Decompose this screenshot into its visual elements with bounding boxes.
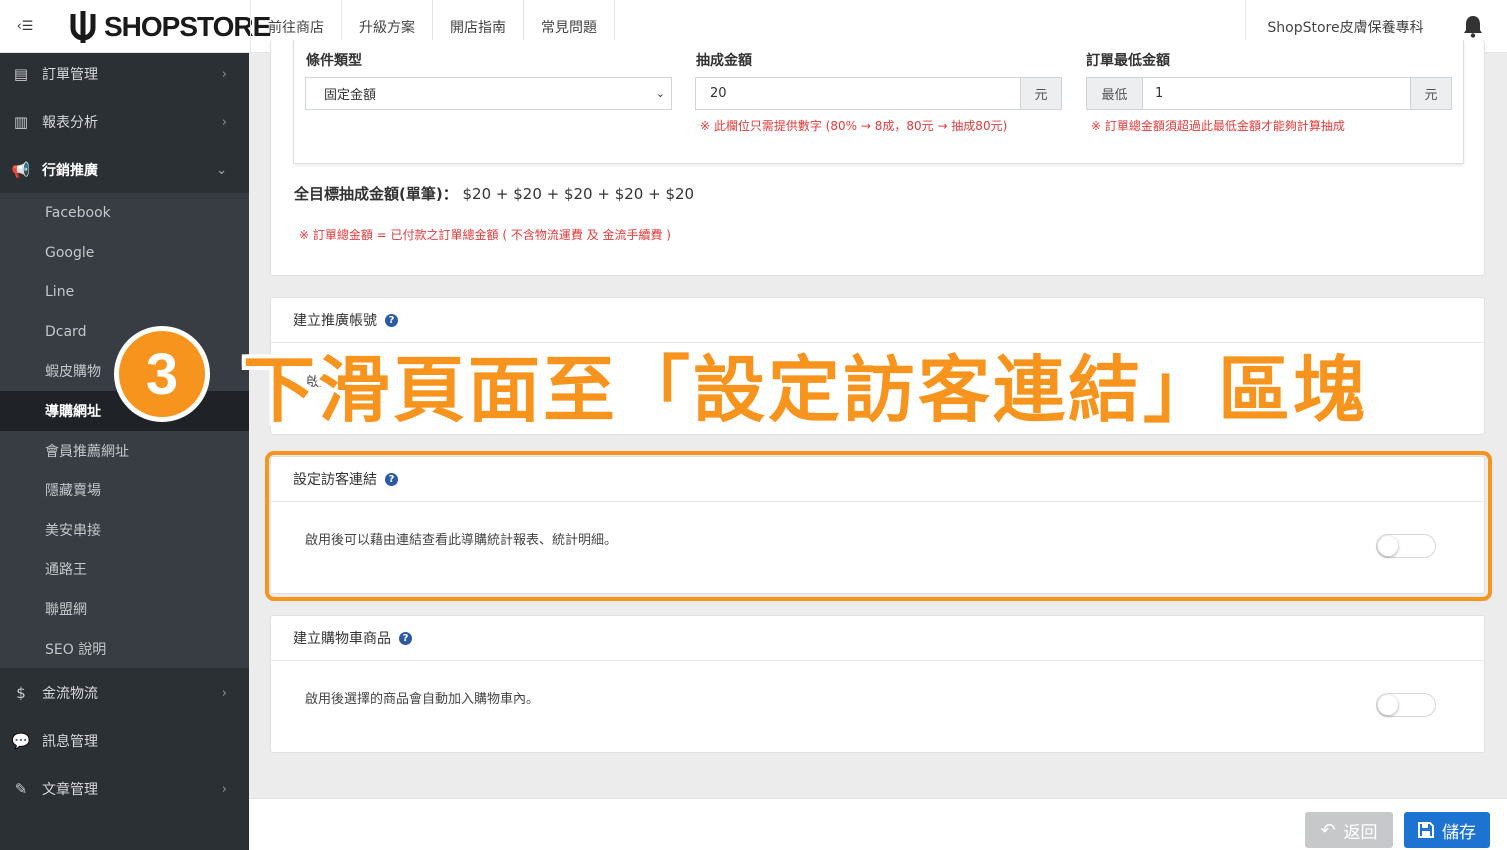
sidebar-sub-line[interactable]: Line: [0, 273, 249, 311]
sidebar: ▤ 訂單管理 › ▥ 報表分析 › 📢 行銷推廣 ⌄ Facebook Goog…: [0, 53, 249, 850]
toggle-knob: [1378, 695, 1398, 715]
undo-arrow-icon: ↶: [1320, 819, 1336, 841]
total-commission-row: 全目標抽成金額(單筆)： $20 + $20 + $20 + $20 + $20: [294, 183, 694, 204]
sidebar-item-label: 報表分析: [42, 115, 98, 131]
shopstore-logo[interactable]: SHOPSTORE: [66, 8, 271, 46]
cart-product-panel: 建立購物車商品 ? 啟用後選擇的商品會自動加入購物車內。: [270, 615, 1485, 753]
min-unit-addon: 元: [1410, 77, 1452, 110]
min-order-label: 訂單最低金額: [1086, 53, 1170, 69]
clipboard-icon: ▤: [13, 65, 29, 83]
logo-text: SHOPSTORE: [104, 11, 271, 42]
chevron-down-icon: ⌄: [655, 87, 665, 100]
commission-rule-card: 條件類型 固定金額 ⌄ 抽成金額 20 元 ※ 此欄位只需提供數字 (80% →…: [293, 40, 1464, 164]
save-button-label: 儲存: [1442, 822, 1476, 843]
min-order-input[interactable]: 1: [1142, 77, 1411, 110]
sidebar-sub-member-referral[interactable]: 會員推薦網址: [0, 432, 249, 470]
chevron-right-icon: ›: [221, 781, 227, 797]
cart-product-header: 建立購物車商品 ?: [271, 616, 1484, 661]
back-button-label: 返回: [1343, 822, 1378, 843]
back-button[interactable]: ↶ 返回: [1305, 812, 1393, 848]
commission-amount-label: 抽成金額: [696, 53, 752, 69]
edit-icon: ✎: [14, 780, 28, 798]
floppy-disk-icon: [1418, 822, 1434, 838]
sidebar-toggle-button[interactable]: ‹☰: [0, 0, 50, 53]
sidebar-item-label: 訂單管理: [42, 67, 98, 83]
commission-amount-note: ※ 此欄位只需提供數字 (80% → 8成，80元 → 抽成80元): [700, 119, 1008, 133]
promo-account-title: 建立推廣帳號: [293, 313, 377, 329]
sidebar-item-reports[interactable]: ▥ 報表分析 ›: [0, 101, 249, 143]
marketing-submenu: Facebook Google Line Dcard 蝦皮購物 導購網址 會員推…: [0, 193, 249, 668]
condition-type-label: 條件類型: [306, 53, 362, 69]
menu-icon: ‹☰: [16, 19, 34, 34]
bar-chart-icon: ▥: [13, 113, 29, 131]
cart-product-toggle[interactable]: [1376, 693, 1436, 717]
cart-product-body: 啟用後選擇的商品會自動加入購物車內。: [271, 661, 1484, 707]
commission-panel: 條件類型 固定金額 ⌄ 抽成金額 20 元 ※ 此欄位只需提供數字 (80% →…: [270, 40, 1485, 276]
sidebar-sub-hidden-store[interactable]: 隱藏賣場: [0, 471, 249, 509]
order-total-note: ※ 訂單總金額 = 已付款之訂單總金額 ( 不含物流運費 及 金流手續費 ): [299, 228, 671, 242]
sidebar-sub-seo[interactable]: SEO 說明: [0, 630, 249, 668]
highlight-frame: [265, 451, 1492, 601]
help-icon[interactable]: ?: [399, 631, 412, 645]
chevron-down-icon: ⌄: [216, 162, 227, 178]
condition-type-select[interactable]: 固定金額 ⌄: [305, 77, 672, 110]
help-icon[interactable]: ?: [385, 313, 398, 327]
step-instruction: 下滑頁面至「設定訪客連結」區塊: [243, 348, 1369, 432]
min-prefix-addon: 最低: [1086, 77, 1143, 110]
step-number-badge: 3: [114, 326, 210, 422]
sidebar-item-label: 行銷推廣: [42, 163, 98, 179]
chevron-right-icon: ›: [221, 114, 227, 130]
total-commission-label: 全目標抽成金額(單筆)：: [294, 185, 458, 203]
sidebar-item-payment-logistics[interactable]: $ 金流物流 ›: [0, 672, 249, 714]
min-order-note: ※ 訂單總金額須超過此最低金額才能夠計算抽成: [1091, 119, 1345, 133]
total-commission-value: $20 + $20 + $20 + $20 + $20: [462, 185, 695, 203]
sidebar-item-articles[interactable]: ✎ 文章管理 ›: [0, 768, 249, 810]
bell-icon[interactable]: [1462, 14, 1484, 38]
sidebar-sub-meian[interactable]: 美安串接: [0, 511, 249, 549]
sidebar-item-orders[interactable]: ▤ 訂單管理 ›: [0, 53, 249, 95]
logo-mark-icon: [70, 11, 96, 43]
sidebar-sub-google[interactable]: Google: [0, 234, 249, 272]
dollar-icon: $: [16, 684, 26, 702]
megaphone-icon: 📢: [11, 161, 31, 179]
sidebar-sub-tonglu[interactable]: 通路王: [0, 550, 249, 588]
sidebar-item-marketing[interactable]: 📢 行銷推廣 ⌄: [0, 149, 249, 191]
sidebar-item-label: 文章管理: [42, 782, 98, 798]
sidebar-sub-alliance[interactable]: 聯盟網: [0, 590, 249, 628]
cart-product-desc: 啟用後選擇的商品會自動加入購物車內。: [305, 692, 540, 707]
chevron-right-icon: ›: [221, 66, 227, 82]
chevron-right-icon: ›: [221, 685, 227, 701]
sidebar-item-messages[interactable]: 💬 訊息管理: [0, 720, 249, 762]
sidebar-item-label: 訊息管理: [42, 734, 98, 750]
commission-unit-addon: 元: [1020, 77, 1062, 110]
save-button[interactable]: 儲存: [1404, 812, 1490, 848]
commission-amount-input[interactable]: 20: [695, 77, 1021, 110]
condition-type-value: 固定金額: [324, 88, 377, 103]
sidebar-sub-facebook[interactable]: Facebook: [0, 194, 249, 232]
comments-icon: 💬: [11, 732, 31, 750]
cart-product-title: 建立購物車商品: [293, 631, 391, 647]
sidebar-item-label: 金流物流: [42, 686, 98, 702]
